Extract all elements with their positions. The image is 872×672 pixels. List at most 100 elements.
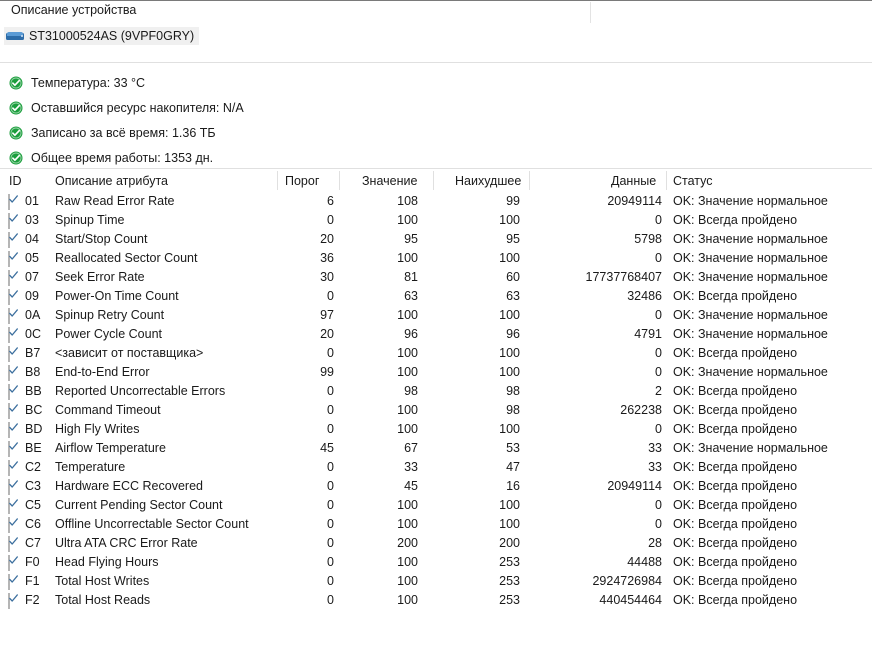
column-header-threshold[interactable]: Порог bbox=[285, 174, 319, 188]
cell-threshold: 0 bbox=[327, 479, 334, 493]
cell-data: 0 bbox=[655, 422, 662, 436]
row-checkbox[interactable] bbox=[8, 213, 18, 229]
table-row[interactable]: B7 <зависит от поставщика> 0 100 100 0 OK: Все… bbox=[0, 344, 872, 363]
table-row[interactable]: B8 End-to-End Error 99 100 100 0 OK: Значение … bbox=[0, 363, 872, 382]
row-checkbox[interactable] bbox=[8, 346, 18, 362]
table-row[interactable]: C3 Hardware ECC Recovered 0 45 16 20949114 OK:… bbox=[0, 477, 872, 496]
cell-value: 81 bbox=[404, 270, 418, 284]
row-checkbox[interactable] bbox=[8, 251, 18, 267]
column-separator[interactable] bbox=[666, 171, 667, 190]
column-separator[interactable] bbox=[277, 171, 278, 190]
cell-id: 0A bbox=[25, 308, 41, 322]
table-row[interactable]: 01 Raw Read Error Rate 6 108 99 20949114 OK: З… bbox=[0, 192, 872, 211]
row-checkbox[interactable] bbox=[8, 441, 18, 457]
cell-status: OK: Значение нормальное bbox=[673, 270, 828, 284]
cell-worst: 100 bbox=[499, 517, 520, 531]
cell-worst: 99 bbox=[506, 194, 520, 208]
smart-attributes-table: ID Описание атрибута Порог Значение Наих… bbox=[0, 169, 872, 610]
table-row[interactable]: F1 Total Host Writes 0 100 253 2924726984 OK: … bbox=[0, 572, 872, 591]
table-row[interactable]: 04 Start/Stop Count 20 95 95 5798 OK: Значение… bbox=[0, 230, 872, 249]
table-row[interactable]: C7 Ultra ATA CRC Error Rate 0 200 200 28 OK: В… bbox=[0, 534, 872, 553]
cell-status: OK: Значение нормальное bbox=[673, 251, 828, 265]
cell-value: 200 bbox=[397, 536, 418, 550]
table-row[interactable]: 03 Spinup Time 0 100 100 0 OK: Всегда пройдено bbox=[0, 211, 872, 230]
table-row[interactable]: C6 Offline Uncorrectable Sector Count 0 100… bbox=[0, 515, 872, 534]
table-row[interactable]: F2 Total Host Reads 0 100 253 440454464 OK: Вс… bbox=[0, 591, 872, 610]
column-header-worst[interactable]: Наихудшее bbox=[455, 174, 521, 188]
row-checkbox[interactable] bbox=[8, 536, 18, 552]
cell-worst: 95 bbox=[506, 232, 520, 246]
row-checkbox[interactable] bbox=[8, 270, 18, 286]
cell-threshold: 0 bbox=[327, 289, 334, 303]
cell-threshold: 0 bbox=[327, 346, 334, 360]
row-checkbox[interactable] bbox=[8, 365, 18, 381]
device-list-item[interactable]: ST31000524AS (9VPF0GRY) bbox=[0, 26, 200, 46]
cell-worst: 16 bbox=[506, 479, 520, 493]
row-checkbox[interactable] bbox=[8, 403, 18, 419]
cell-attribute-name: Offline Uncorrectable Sector Count bbox=[55, 517, 249, 531]
cell-status: OK: Значение нормальное bbox=[673, 441, 828, 455]
table-row[interactable]: BD High Fly Writes 0 100 100 0 OK: Всегда прой… bbox=[0, 420, 872, 439]
green-check-circle-icon bbox=[9, 126, 23, 140]
row-checkbox[interactable] bbox=[8, 232, 18, 248]
column-header-status[interactable]: Статус bbox=[673, 174, 713, 188]
table-row[interactable]: 07 Seek Error Rate 30 81 60 17737768407 OK: Зн… bbox=[0, 268, 872, 287]
cell-data: 0 bbox=[655, 213, 662, 227]
cell-worst: 63 bbox=[506, 289, 520, 303]
row-checkbox[interactable] bbox=[8, 498, 18, 514]
cell-value: 100 bbox=[397, 403, 418, 417]
row-checkbox[interactable] bbox=[8, 593, 18, 609]
row-checkbox[interactable] bbox=[8, 289, 18, 305]
device-list-item-inner[interactable]: ST31000524AS (9VPF0GRY) bbox=[4, 27, 200, 45]
row-checkbox[interactable] bbox=[8, 308, 18, 324]
cell-data: 0 bbox=[655, 365, 662, 379]
column-header-value[interactable]: Значение bbox=[362, 174, 417, 188]
cell-value: 100 bbox=[397, 555, 418, 569]
row-checkbox[interactable] bbox=[8, 574, 18, 590]
row-checkbox[interactable] bbox=[8, 555, 18, 571]
row-checkbox[interactable] bbox=[8, 460, 18, 476]
table-row[interactable]: BC Command Timeout 0 100 98 262238 OK: Всегда … bbox=[0, 401, 872, 420]
column-separator[interactable] bbox=[529, 171, 530, 190]
table-row[interactable]: BE Airflow Temperature 45 67 53 33 OK: Значени… bbox=[0, 439, 872, 458]
table-row[interactable]: C2 Temperature 0 33 47 33 OK: Всегда пройдено bbox=[0, 458, 872, 477]
column-separator[interactable] bbox=[433, 171, 434, 190]
summary-item: Оставшийся ресурс накопителя: N/A bbox=[0, 95, 872, 120]
row-checkbox[interactable] bbox=[8, 479, 18, 495]
cell-worst: 100 bbox=[499, 498, 520, 512]
cell-attribute-name: Total Host Reads bbox=[55, 593, 151, 607]
table-row[interactable]: 05 Reallocated Sector Count 36 100 100 0 OK: З… bbox=[0, 249, 872, 268]
cell-worst: 96 bbox=[506, 327, 520, 341]
cell-value: 108 bbox=[397, 194, 418, 208]
cell-value: 95 bbox=[404, 232, 418, 246]
cell-worst: 98 bbox=[506, 384, 520, 398]
cell-status: OK: Значение нормальное bbox=[673, 308, 828, 322]
table-body: 01 Raw Read Error Rate 6 108 99 20949114 OK: З… bbox=[0, 192, 872, 610]
cell-value: 96 bbox=[404, 327, 418, 341]
table-row[interactable]: C5 Current Pending Sector Count 0 100 100 0 OK… bbox=[0, 496, 872, 515]
cell-value: 100 bbox=[397, 422, 418, 436]
table-row[interactable]: BB Reported Uncorrectable Errors 0 98 98 2 OK:… bbox=[0, 382, 872, 401]
cell-attribute-name: Seek Error Rate bbox=[55, 270, 145, 284]
column-separator[interactable] bbox=[339, 171, 340, 190]
table-row[interactable]: 09 Power-On Time Count 0 63 63 32486 OK: Всегд… bbox=[0, 287, 872, 306]
column-header-name[interactable]: Описание атрибута bbox=[55, 174, 168, 188]
row-checkbox[interactable] bbox=[8, 194, 18, 210]
table-row[interactable]: 0A Spinup Retry Count 97 100 100 0 OK: Значени… bbox=[0, 306, 872, 325]
cell-id: C2 bbox=[25, 460, 41, 474]
green-check-circle-icon bbox=[9, 76, 23, 90]
row-checkbox[interactable] bbox=[8, 327, 18, 343]
cell-data: 440454464 bbox=[599, 593, 662, 607]
cell-attribute-name: Hardware ECC Recovered bbox=[55, 479, 203, 493]
cell-threshold: 0 bbox=[327, 517, 334, 531]
row-checkbox[interactable] bbox=[8, 517, 18, 533]
column-header-id[interactable]: ID bbox=[9, 174, 22, 188]
column-header-data[interactable]: Данные bbox=[611, 174, 656, 188]
cell-id: F2 bbox=[25, 593, 40, 607]
row-checkbox[interactable] bbox=[8, 384, 18, 400]
cell-worst: 98 bbox=[506, 403, 520, 417]
cell-data: 4791 bbox=[634, 327, 662, 341]
row-checkbox[interactable] bbox=[8, 422, 18, 438]
table-row[interactable]: 0C Power Cycle Count 20 96 96 4791 OK: Значени… bbox=[0, 325, 872, 344]
table-row[interactable]: F0 Head Flying Hours 0 100 253 44488 OK: Всегд… bbox=[0, 553, 872, 572]
